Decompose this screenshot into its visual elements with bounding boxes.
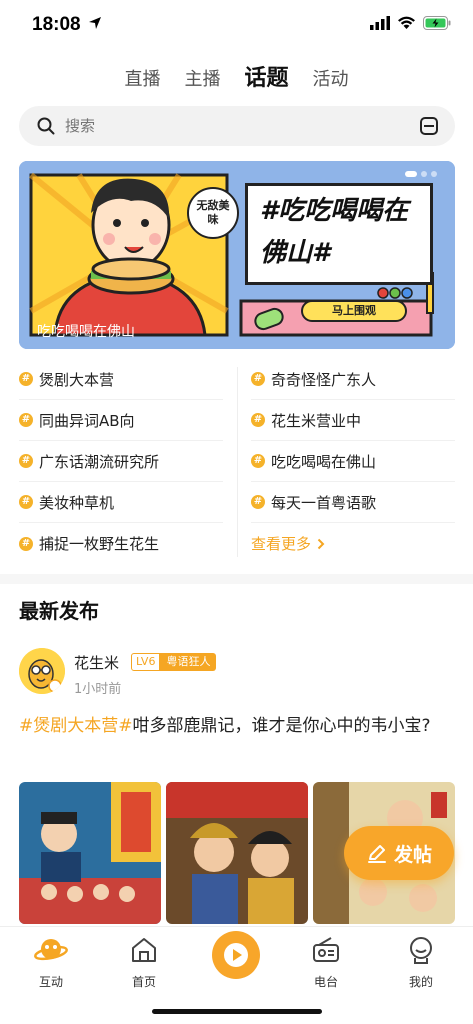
tab-activities[interactable]: 活动 <box>313 65 349 91</box>
hashtag-icon: # <box>19 536 33 551</box>
see-more-link[interactable]: 查看更多 <box>251 523 455 564</box>
pen-icon <box>367 845 386 863</box>
location-arrow-icon <box>89 17 101 29</box>
hashtag-icon: # <box>19 413 33 427</box>
tab-profile[interactable]: 我的 <box>391 935 451 990</box>
topic-label: 捕捉一枚野生花生 <box>39 535 160 553</box>
hashtag-icon: # <box>19 454 33 468</box>
hashtag-icon: # <box>251 413 265 427</box>
section-separator <box>0 574 473 584</box>
post-image[interactable] <box>19 782 161 924</box>
post-image[interactable] <box>166 782 308 924</box>
see-more-label: 查看更多 <box>251 535 312 553</box>
post-topic-tag[interactable]: #煲剧大本营# <box>19 716 133 736</box>
topics-left-column: # 煲剧大本营 # 同曲异词AB向 # 广东话潮流研究所 # 美妆种草机 # 捕捉一枚野生… <box>19 359 223 564</box>
wifi-icon <box>398 16 415 29</box>
topic-label: 奇奇怪怪广东人 <box>271 370 377 389</box>
profile-icon <box>410 937 432 964</box>
section-title: 最新发布 <box>19 599 99 623</box>
topic-item[interactable]: # 奇奇怪怪广东人 <box>251 359 455 400</box>
radio-icon <box>313 937 339 962</box>
topic-label: 吃吃喝喝在佛山 <box>271 452 377 471</box>
tab-label: 我的 <box>408 975 433 989</box>
topic-item[interactable]: # 广东话潮流研究所 <box>19 441 223 482</box>
status-bar: 18:08 <box>0 0 473 50</box>
hashtag-icon: # <box>251 372 265 386</box>
banner-pager-dots <box>405 171 437 177</box>
tab-label: 互动 <box>38 975 63 989</box>
level-title: 粤语狂人 <box>160 653 217 671</box>
status-time: 18:08 <box>32 14 81 35</box>
post-time: 1小时前 <box>74 682 122 697</box>
level-badge: LV6 粤语狂人 <box>131 653 217 671</box>
drama-poster-1 <box>19 782 161 924</box>
topic-item[interactable]: # 煲剧大本营 <box>19 359 223 400</box>
tab-home[interactable]: 首页 <box>114 935 174 990</box>
topic-label: 同曲异词AB向 <box>39 411 135 430</box>
banner-watch-button[interactable]: 马上围观 <box>301 300 407 322</box>
chevron-right-icon <box>317 538 325 549</box>
new-post-button[interactable]: 发帖 <box>344 826 454 880</box>
tab-live[interactable]: 直播 <box>124 65 160 91</box>
play-icon <box>224 943 248 967</box>
tab-interact[interactable]: 互动 <box>21 935 81 990</box>
tab-label: 首页 <box>131 975 156 989</box>
hashtag-icon: # <box>19 372 33 386</box>
topic-item[interactable]: # 美妆种草机 <box>19 482 223 523</box>
search-icon <box>37 117 55 135</box>
tab-radio[interactable]: 电台 <box>296 935 356 990</box>
new-post-label: 发帖 <box>393 843 432 866</box>
drama-poster-2 <box>166 782 308 924</box>
planet-icon <box>34 939 68 961</box>
tab-anchors[interactable]: 主播 <box>184 65 220 91</box>
scan-icon[interactable] <box>419 116 439 136</box>
topic-label: 广东话潮流研究所 <box>39 452 160 471</box>
tab-topics[interactable]: 话题 <box>244 60 288 92</box>
topic-item[interactable]: # 捕捉一枚野生花生 <box>19 523 223 564</box>
search-bar[interactable] <box>19 106 455 146</box>
topics-right-column: # 奇奇怪怪广东人 # 花生米营业中 # 吃吃喝喝在佛山 # 每天一首粤语歌 查看更多 <box>251 359 455 564</box>
topic-item[interactable]: # 同曲异词AB向 <box>19 400 223 441</box>
username[interactable]: 花生米 <box>74 652 119 673</box>
banner-bubble: 无敌美味 <box>187 187 239 239</box>
topic-item[interactable]: # 吃吃喝喝在佛山 <box>251 441 455 482</box>
top-tab-bar: 直播 主播 话题 活动 <box>0 60 473 92</box>
topic-item[interactable]: # 每天一首粤语歌 <box>251 482 455 523</box>
topic-banner[interactable]: 无敌美味 #吃吃喝喝在佛山# 马上围观 吃吃喝喝在佛山 <box>19 161 455 349</box>
topic-label: 每天一首粤语歌 <box>271 493 377 512</box>
status-icons <box>370 16 451 30</box>
signal-icon <box>370 16 390 30</box>
tab-label: 电台 <box>313 975 338 989</box>
level-value: LV6 <box>131 653 161 671</box>
banner-board: #吃吃喝喝在佛山# <box>245 183 433 285</box>
topics-divider <box>237 367 238 557</box>
hashtag-icon: # <box>251 495 265 509</box>
battery-charging-icon <box>423 16 451 30</box>
banner-title: #吃吃喝喝在佛山# <box>260 196 409 268</box>
home-indicator <box>152 1009 322 1014</box>
hashtag-icon: # <box>251 454 265 468</box>
play-button[interactable] <box>212 931 260 979</box>
topic-item[interactable]: # 花生米营业中 <box>251 400 455 441</box>
home-icon <box>132 938 156 962</box>
topic-label: 花生米营业中 <box>271 411 362 430</box>
post-text: #煲剧大本营#咁多部鹿鼎记，谁才是你心中的韦小宝? <box>19 712 455 740</box>
search-input[interactable] <box>65 106 405 146</box>
post-body: 咁多部鹿鼎记，谁才是你心中的韦小宝? <box>132 716 431 736</box>
peanut-mascot-icon <box>19 648 65 694</box>
banner-caption: 吃吃喝喝在佛山 <box>37 324 135 340</box>
topic-label: 美妆种草机 <box>39 493 115 512</box>
avatar[interactable] <box>19 648 65 694</box>
hashtag-icon: # <box>19 495 33 509</box>
topic-label: 煲剧大本营 <box>39 370 115 389</box>
